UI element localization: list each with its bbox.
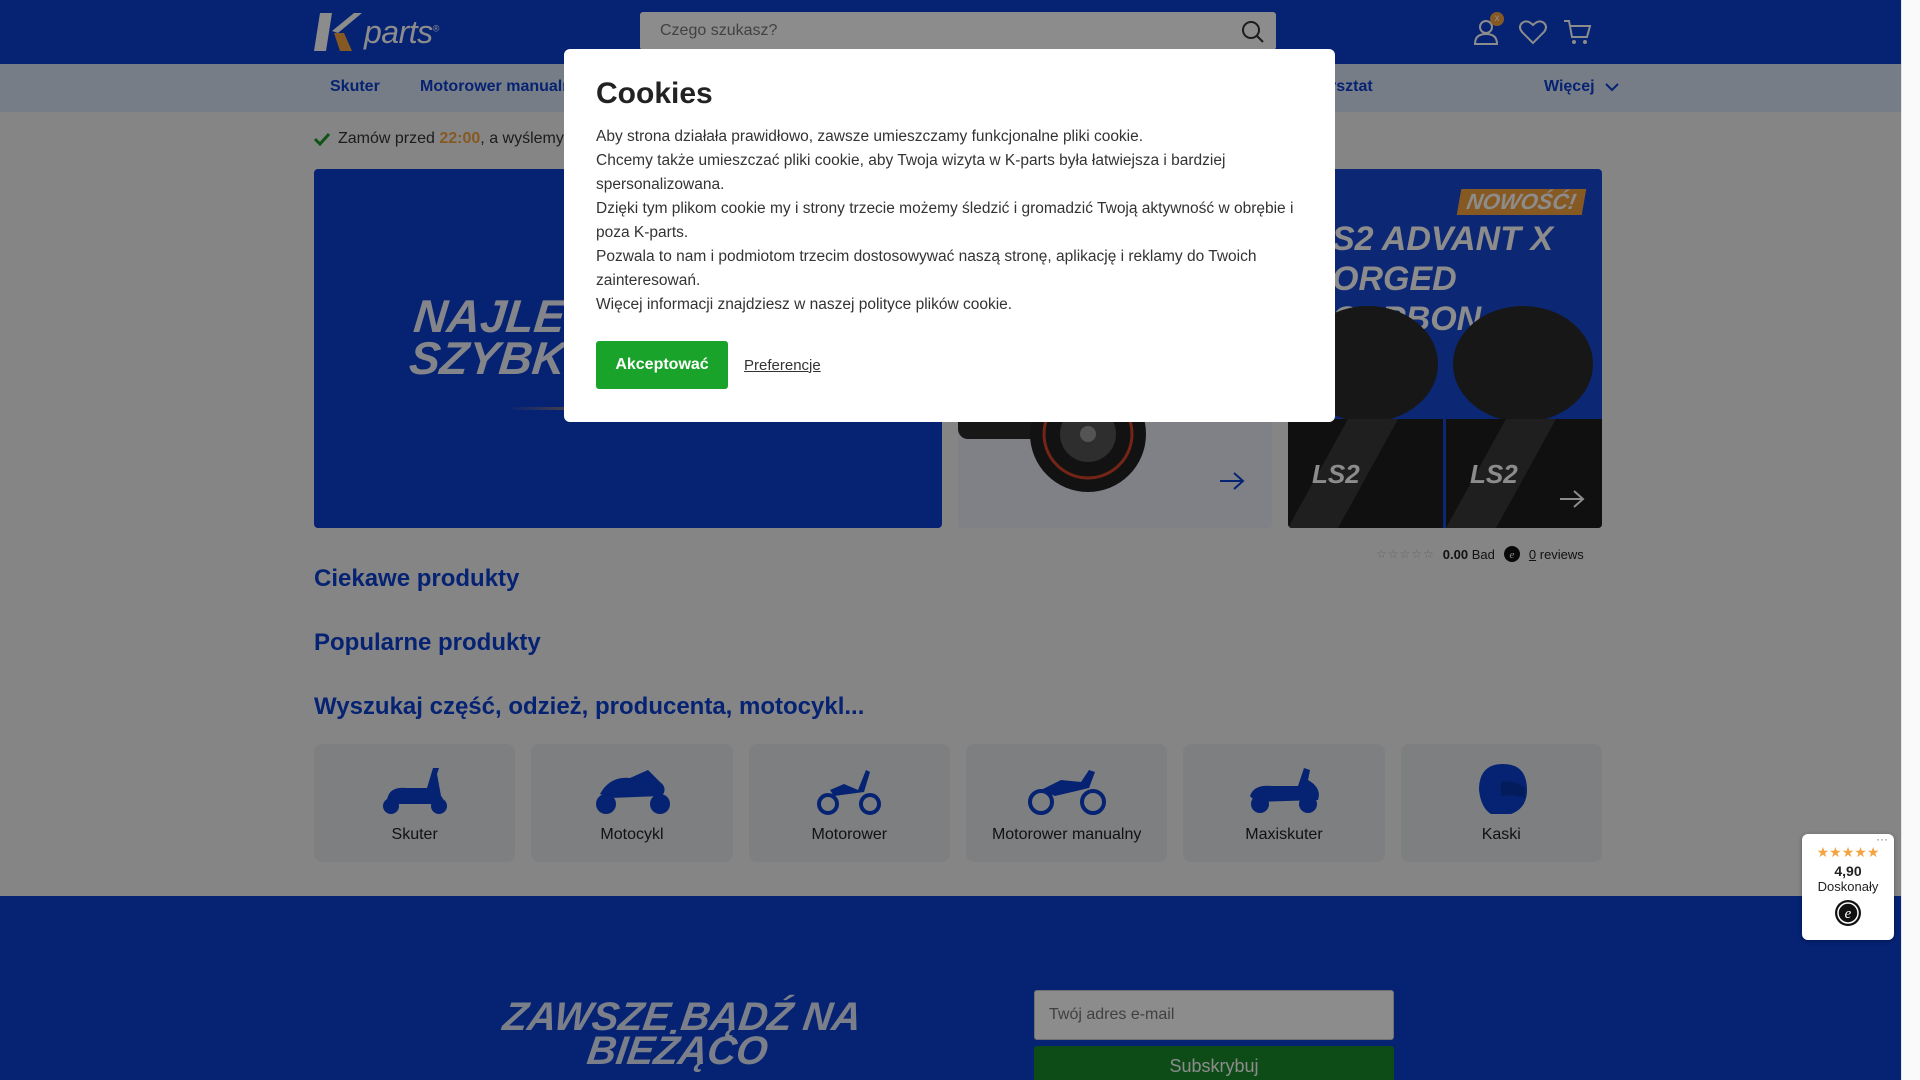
page-scrollbar[interactable]: [1901, 0, 1920, 1080]
cookie-text-5: Więcej informacji znajdziesz w naszej po…: [596, 296, 1013, 313]
widget-rating-word: Doskonały: [1817, 879, 1879, 894]
cookie-text-3: Dzięki tym plikom cookie my i strony trz…: [596, 200, 1294, 241]
cookie-consent-dialog: Cookies Aby strona działała prawidłowo, …: [564, 49, 1335, 422]
cookie-text-2: Chcemy także umieszczać pliki cookie, ab…: [596, 152, 1226, 193]
widget-menu-icon[interactable]: ···: [1876, 832, 1888, 846]
cookie-text-1: Aby strona działała prawidłowo, zawsze u…: [596, 128, 1144, 145]
cookie-dialog-title: Cookies: [596, 77, 713, 110]
accept-cookies-button[interactable]: Akceptować: [596, 341, 728, 389]
trusted-shops-widget[interactable]: ··· ★★★★★ 4,90 Doskonały e: [1802, 832, 1894, 940]
cookie-actions: Akceptować Preferencje: [596, 341, 821, 389]
widget-stars: ★★★★★: [1816, 844, 1880, 860]
cookie-text-4: Pozwala to nam i podmiotom trzecim dosto…: [596, 248, 1257, 289]
svg-text:e: e: [1845, 906, 1852, 922]
cookie-preferences-link[interactable]: Preferencje: [744, 357, 821, 374]
trusted-shops-icon: e: [1835, 900, 1861, 926]
widget-score: 4,90: [1834, 863, 1862, 879]
